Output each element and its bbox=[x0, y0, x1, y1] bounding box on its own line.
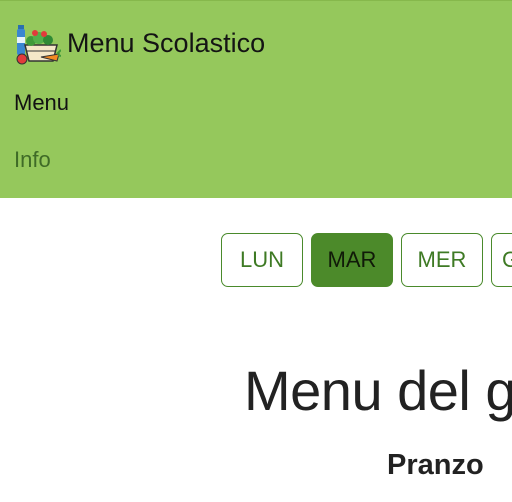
section-title-pranzo: Pranzo bbox=[387, 449, 484, 481]
food-basket-icon bbox=[16, 25, 61, 65]
day-button-gio[interactable]: G bbox=[491, 233, 512, 287]
day-button-mar[interactable]: MAR bbox=[311, 233, 393, 287]
brand-title: Menu Scolastico bbox=[67, 27, 266, 58]
day-button-mer[interactable]: MER bbox=[401, 233, 483, 287]
nav-link-info[interactable]: Info bbox=[14, 147, 51, 173]
page-title: Menu del g bbox=[244, 359, 512, 422]
brand-link[interactable]: Menu Scolastico bbox=[13, 21, 265, 65]
nav-link-menu[interactable]: Menu bbox=[14, 90, 69, 116]
day-button-lun[interactable]: LUN bbox=[221, 233, 303, 287]
navbar: Menu Scolastico Menu Info bbox=[0, 0, 512, 198]
day-selector: LUN MAR MER G bbox=[221, 233, 512, 287]
